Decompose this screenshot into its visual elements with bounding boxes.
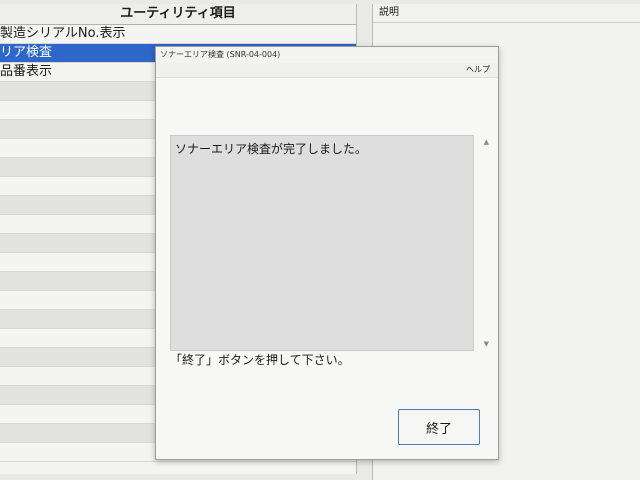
end-button[interactable]: 終了 (398, 409, 480, 445)
description-title: 説明 (373, 4, 640, 23)
message-text: ソナーエリア検査が完了しました。 (175, 142, 368, 156)
utility-list-header: ユーティリティ項目 (0, 4, 356, 25)
help-menu-item[interactable]: ヘルプ (466, 64, 490, 75)
triangle-down-icon[interactable]: ▼ (484, 340, 489, 348)
triangle-up-icon[interactable]: ▲ (484, 138, 489, 146)
dialog-title: ソナーエリア検査 (SNR-04-004) (156, 47, 498, 63)
instruction-text: 「終了」ボタンを押して下さい。 (170, 353, 350, 367)
utility-list-item[interactable]: 製造シリアルNo.表示 (0, 25, 356, 44)
message-box: ソナーエリア検査が完了しました。 ▲ ▼ (170, 135, 489, 351)
sonar-area-inspection-dialog: ソナーエリア検査 (SNR-04-004) ヘルプ ソナーエリア検査が完了しまし… (155, 46, 499, 460)
dialog-menubar: ヘルプ (156, 63, 498, 78)
